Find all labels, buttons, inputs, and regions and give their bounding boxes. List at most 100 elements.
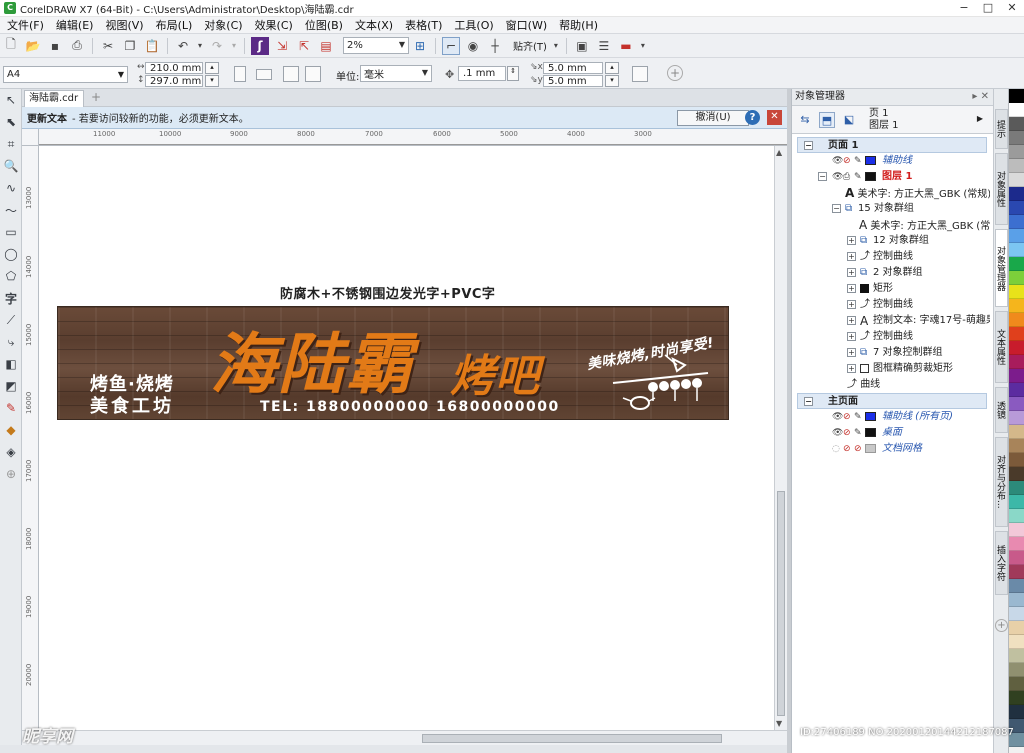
current-page-icon[interactable] bbox=[305, 66, 321, 82]
undo-dropdown-icon[interactable]: ▾ bbox=[196, 37, 204, 55]
palette-swatch[interactable] bbox=[1009, 215, 1024, 229]
palette-swatch[interactable] bbox=[1009, 355, 1024, 369]
treat-as-filled-icon[interactable] bbox=[632, 66, 648, 82]
tree-object-row[interactable]: + 图框精确剪裁矩形 bbox=[847, 361, 987, 377]
snap-to-dropdown[interactable]: 贴齐(T) bbox=[510, 38, 550, 53]
menu-effects[interactable]: 效果(C) bbox=[249, 17, 299, 33]
full-screen-preview-icon[interactable]: ⊞ bbox=[411, 37, 429, 55]
menu-help[interactable]: 帮助(H) bbox=[553, 17, 604, 33]
layer-manager-view-icon[interactable]: ⬕ bbox=[841, 112, 857, 128]
search-content-icon[interactable]: ʃ bbox=[251, 36, 269, 55]
new-tab-button[interactable]: + bbox=[88, 90, 104, 106]
menu-window[interactable]: 窗口(W) bbox=[500, 17, 553, 33]
units-select[interactable]: 毫米 ▼ bbox=[360, 65, 432, 82]
docker-tab-lens[interactable]: 透镜 bbox=[995, 387, 1008, 433]
palette-swatch[interactable] bbox=[1009, 593, 1024, 607]
menu-table[interactable]: 表格(T) bbox=[399, 17, 448, 33]
polygon-tool-icon[interactable]: ⬠ bbox=[0, 265, 22, 287]
print-disabled-icon[interactable]: ⊘ bbox=[843, 425, 851, 441]
palette-swatch[interactable] bbox=[1009, 691, 1024, 705]
menu-text[interactable]: 文本(X) bbox=[349, 17, 399, 33]
tree-document-grid[interactable]: ◌ ⊘ ⊘ 文档网格 bbox=[832, 441, 987, 457]
text-tool-icon[interactable]: 字 bbox=[0, 287, 22, 309]
docker-tab-text-properties[interactable]: 文本属性 bbox=[995, 311, 1008, 383]
horizontal-ruler[interactable]: 11000 10000 9000 8000 7000 6000 5000 400… bbox=[39, 129, 787, 146]
tree-master-page[interactable]: − 主页面 bbox=[797, 393, 987, 409]
panel-menu-icon[interactable]: ▶ bbox=[977, 114, 983, 123]
add-tool-icon[interactable]: ⊕ bbox=[0, 463, 22, 485]
tree-object-row[interactable]: + ⤴ 控制曲线 bbox=[847, 297, 987, 313]
copy-icon[interactable]: ❐ bbox=[121, 37, 139, 55]
expand-icon[interactable]: + bbox=[847, 316, 856, 325]
palette-swatch[interactable] bbox=[1009, 369, 1024, 383]
new-document-icon[interactable]: 🗋 bbox=[2, 37, 20, 55]
print-disabled-icon[interactable]: ⊘ bbox=[843, 409, 851, 425]
tree-object-row[interactable]: − ⧉ 15 对象群组 bbox=[832, 201, 987, 217]
show-object-properties-icon[interactable]: ⇆ bbox=[797, 112, 813, 128]
docker-tab-align-distribute[interactable]: 对齐与分布... bbox=[995, 437, 1008, 527]
application-launcher-icon[interactable]: ☰ bbox=[595, 37, 613, 55]
landscape-icon[interactable] bbox=[256, 69, 272, 80]
palette-swatch[interactable] bbox=[1009, 89, 1024, 103]
visibility-eye-icon[interactable]: 👁 bbox=[832, 425, 843, 441]
add-docker-icon[interactable]: + bbox=[995, 619, 1008, 632]
menu-object[interactable]: 对象(C) bbox=[198, 17, 248, 33]
all-pages-icon[interactable] bbox=[283, 66, 299, 82]
undo-icon[interactable]: ↶ bbox=[174, 37, 192, 55]
palette-swatch[interactable] bbox=[1009, 341, 1024, 355]
palette-swatch[interactable] bbox=[1009, 467, 1024, 481]
palette-swatch[interactable] bbox=[1009, 201, 1024, 215]
palette-swatch[interactable] bbox=[1009, 397, 1024, 411]
edit-lock-icon[interactable]: ✎ bbox=[854, 169, 862, 185]
palette-swatch[interactable] bbox=[1009, 285, 1024, 299]
scroll-down-icon[interactable]: ▼ bbox=[776, 719, 782, 728]
page-width-input[interactable]: 210.0 mm bbox=[145, 62, 203, 74]
show-grid-icon[interactable]: ◉ bbox=[464, 37, 482, 55]
palette-swatch[interactable] bbox=[1009, 145, 1024, 159]
palette-swatch[interactable] bbox=[1009, 411, 1024, 425]
duplicate-y-input[interactable]: 5.0 mm bbox=[543, 75, 603, 87]
tree-object-row[interactable]: + ⧉ 12 对象群组 bbox=[847, 233, 987, 249]
redo-icon[interactable]: ↷ bbox=[208, 37, 226, 55]
ellipse-tool-icon[interactable]: ◯ bbox=[0, 243, 22, 265]
tree-object-row[interactable]: + ⤴ 控制曲线 bbox=[847, 329, 987, 345]
palette-swatch[interactable] bbox=[1009, 509, 1024, 523]
publish-pdf-icon[interactable]: ▤ bbox=[317, 37, 335, 55]
add-toolbar-item-icon[interactable]: + bbox=[667, 65, 683, 81]
visibility-eye-icon[interactable]: 👁 bbox=[832, 409, 843, 425]
palette-swatch[interactable] bbox=[1009, 607, 1024, 621]
palette-swatch[interactable] bbox=[1009, 537, 1024, 551]
menu-layout[interactable]: 布局(L) bbox=[150, 17, 199, 33]
expand-icon[interactable]: + bbox=[847, 252, 856, 261]
palette-swatch[interactable] bbox=[1009, 565, 1024, 579]
cut-icon[interactable]: ✂ bbox=[99, 37, 117, 55]
palette-swatch[interactable] bbox=[1009, 243, 1024, 257]
edit-lock-icon[interactable]: ✎ bbox=[854, 425, 862, 441]
export-icon[interactable]: ⇱ bbox=[295, 37, 313, 55]
tree-object-row[interactable]: + 矩形 bbox=[847, 281, 987, 297]
chevron-down-icon[interactable]: ▾ bbox=[639, 37, 647, 55]
redo-dropdown-icon[interactable]: ▾ bbox=[230, 37, 238, 55]
palette-swatch[interactable] bbox=[1009, 621, 1024, 635]
collapse-icon[interactable]: − bbox=[804, 141, 813, 150]
palette-swatch[interactable] bbox=[1009, 649, 1024, 663]
docker-tab-object-manager[interactable]: 对象管理器 bbox=[995, 229, 1008, 307]
document-tab[interactable]: 海陆霸.cdr bbox=[24, 90, 84, 107]
page-size-select[interactable]: A4 ▼ bbox=[3, 66, 128, 83]
parallel-dimension-icon[interactable]: ⟋ bbox=[0, 309, 22, 331]
palette-swatch[interactable] bbox=[1009, 271, 1024, 285]
palette-swatch[interactable] bbox=[1009, 705, 1024, 719]
chevron-down-icon[interactable]: ▾ bbox=[552, 37, 560, 55]
tree-object-row[interactable]: + ⧉ 2 对象群组 bbox=[847, 265, 987, 281]
expand-icon[interactable]: + bbox=[847, 284, 856, 293]
palette-swatch[interactable] bbox=[1009, 495, 1024, 509]
expand-icon[interactable]: + bbox=[847, 332, 856, 341]
vertical-scrollbar[interactable]: ▲ ▼ bbox=[774, 146, 787, 730]
palette-swatch[interactable] bbox=[1009, 523, 1024, 537]
menu-file[interactable]: 文件(F) bbox=[0, 17, 50, 33]
palette-swatch[interactable] bbox=[1009, 663, 1024, 677]
scroll-up-icon[interactable]: ▲ bbox=[776, 148, 782, 157]
expand-icon[interactable]: + bbox=[847, 348, 856, 357]
minimize-button[interactable]: − bbox=[952, 0, 976, 17]
expand-icon[interactable]: + bbox=[847, 268, 856, 277]
